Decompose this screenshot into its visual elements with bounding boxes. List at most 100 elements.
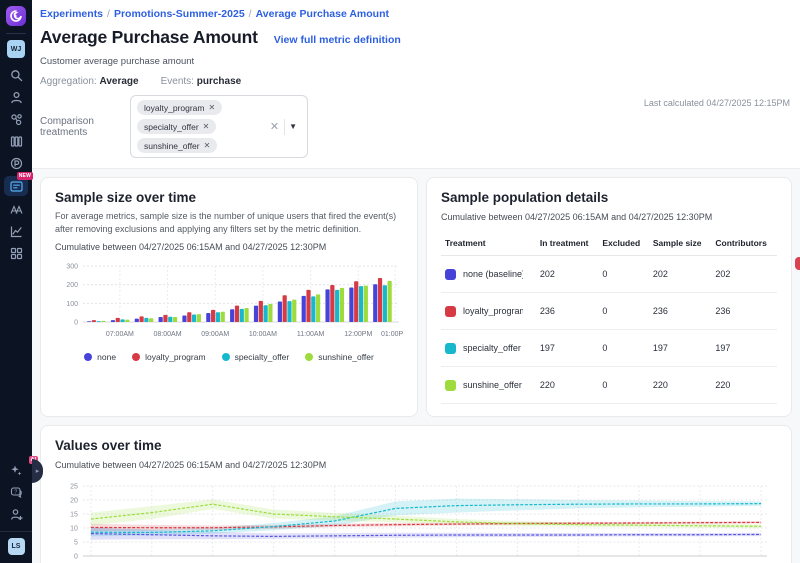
svg-text:08:00AM: 08:00AM xyxy=(154,331,182,338)
svg-text:100: 100 xyxy=(66,301,78,308)
sample-size-description: For average metrics, sample size is the … xyxy=(55,210,403,235)
legend-label: sunshine_offer xyxy=(318,352,374,362)
population-cumulative: Cumulative between 04/27/2025 06:15AM an… xyxy=(441,212,777,222)
treatment-color-swatch xyxy=(445,269,456,280)
treatment-chip[interactable]: loyalty_program ✕ xyxy=(137,100,222,115)
table-column-header: Contributors xyxy=(711,232,777,256)
chip-remove-icon[interactable]: ✕ xyxy=(203,122,210,131)
svg-text:12:00PM: 12:00PM xyxy=(344,331,372,338)
table-cell: 202 xyxy=(711,256,777,293)
table-cell: 197 xyxy=(536,330,598,367)
svg-text:0: 0 xyxy=(74,553,78,560)
treatment-color-swatch xyxy=(445,380,456,391)
content-area: Sample size over time For average metric… xyxy=(32,169,800,563)
workspace-avatar[interactable]: WJ xyxy=(7,40,25,58)
treatment-color-swatch xyxy=(445,343,456,354)
svg-text:25: 25 xyxy=(70,483,78,490)
table-cell: 0 xyxy=(598,367,649,404)
breadcrumb-separator: / xyxy=(245,8,256,20)
legend-item[interactable]: sunshine_offer xyxy=(305,352,374,362)
chevron-down-icon[interactable]: ▼ xyxy=(285,122,301,131)
sample-size-cumulative: Cumulative between 04/27/2025 06:15AM an… xyxy=(55,242,403,252)
metrics-console-selected[interactable]: NEW xyxy=(4,176,28,196)
svg-text:200: 200 xyxy=(66,282,78,289)
sample-size-title: Sample size over time xyxy=(55,190,403,205)
breadcrumb-separator: / xyxy=(103,8,114,20)
comparison-treatments-label: Comparison treatments xyxy=(40,116,130,138)
table-column-header: Treatment xyxy=(441,232,536,256)
breadcrumb-item[interactable]: Promotions-Summer-2025 xyxy=(114,8,245,20)
breadcrumb-item[interactable]: Experiments xyxy=(40,8,103,20)
sample-size-bar-chart[interactable]: 010020030007:00AM08:00AM09:00AM10:00AM11… xyxy=(55,260,403,349)
sidebar: WJ NEW AI ? LS xyxy=(0,0,32,563)
table-cell: 202 xyxy=(536,256,598,293)
svg-text:10: 10 xyxy=(70,525,78,532)
bar-chart-legend: none loyalty_program specialty_offer sunshi… xyxy=(55,352,403,362)
users-icon[interactable] xyxy=(0,86,32,108)
table-column-header: In treatment xyxy=(536,232,598,256)
legend-item[interactable]: loyalty_program xyxy=(132,352,205,362)
treatment-name: specialty_offer xyxy=(463,343,521,353)
events-value: purchase xyxy=(197,76,241,87)
right-edge-tab[interactable] xyxy=(795,257,800,270)
pulse-icon[interactable] xyxy=(0,152,32,174)
chip-label: loyalty_program xyxy=(144,103,204,113)
treatment-chips: loyalty_program✕specialty_offer✕sunshine… xyxy=(137,100,265,153)
segments-icon[interactable] xyxy=(0,108,32,130)
values-line-chart[interactable]: 051015202507:00AM07:30AM08:00AM08:30AM09… xyxy=(55,478,777,563)
chip-remove-icon[interactable]: ✕ xyxy=(204,141,211,150)
search-icon[interactable] xyxy=(0,64,32,86)
dashboards-icon[interactable] xyxy=(0,242,32,264)
aggregation-value: Average xyxy=(100,76,139,87)
treatments-select[interactable]: loyalty_program✕specialty_offer✕sunshine… xyxy=(130,95,308,158)
legend-dot xyxy=(132,353,140,361)
page-header: Experiments/Promotions-Summer-2025/Avera… xyxy=(32,0,800,169)
legend-label: none xyxy=(97,352,116,362)
table-cell: 0 xyxy=(598,330,649,367)
aggregation-label: Aggregation: xyxy=(40,76,97,87)
clear-all-icon[interactable]: ✕ xyxy=(265,120,284,133)
svg-text:15: 15 xyxy=(70,511,78,518)
breadcrumb-item: Average Purchase Amount xyxy=(256,8,389,20)
columns-icon[interactable] xyxy=(0,130,32,152)
svg-text:11:00AM: 11:00AM xyxy=(297,331,325,338)
table-cell: 202 xyxy=(649,256,712,293)
values-cumulative: Cumulative between 04/27/2025 06:15AM an… xyxy=(55,460,777,470)
table-cell: 236 xyxy=(536,293,598,330)
svg-text:300: 300 xyxy=(66,264,78,271)
values-title: Values over time xyxy=(55,438,777,453)
legend-dot xyxy=(222,353,230,361)
treatment-name: loyalty_program xyxy=(463,306,523,316)
table-cell: 220 xyxy=(536,367,598,404)
metric-subtitle: Customer average purchase amount xyxy=(40,56,792,67)
breadcrumb: Experiments/Promotions-Summer-2025/Avera… xyxy=(40,8,792,20)
chip-remove-icon[interactable]: ✕ xyxy=(208,103,215,112)
table-column-header: Excluded xyxy=(598,232,649,256)
treatment-chip[interactable]: specialty_offer✕ xyxy=(137,119,216,134)
population-title: Sample population details xyxy=(441,190,777,205)
invite-user-icon[interactable] xyxy=(0,503,32,525)
user-avatar[interactable]: LS xyxy=(8,538,25,555)
population-card: Sample population details Cumulative bet… xyxy=(426,177,792,417)
table-cell: 0 xyxy=(598,293,649,330)
table-row: specialty_offer1970197197 xyxy=(441,330,777,367)
table-row: none (baseline)2020202202 xyxy=(441,256,777,293)
legend-item[interactable]: specialty_offer xyxy=(222,352,290,362)
app-logo-icon[interactable] xyxy=(6,6,26,26)
events-label: Events: xyxy=(161,76,194,87)
svg-text:10:00AM: 10:00AM xyxy=(249,331,277,338)
table-row: sunshine_offer2200220220 xyxy=(441,367,777,404)
table-cell: 220 xyxy=(649,367,712,404)
last-calculated: Last calculated 04/27/2025 12:15PM xyxy=(644,98,790,108)
console-icon xyxy=(10,181,23,192)
svg-text:0: 0 xyxy=(74,320,78,327)
insights-chart-icon[interactable] xyxy=(0,220,32,242)
help-chat-icon[interactable]: ? xyxy=(0,481,32,503)
sample-size-card: Sample size over time For average metric… xyxy=(40,177,418,417)
ai-assistant-icon[interactable]: AI xyxy=(0,459,32,481)
experiments-icon[interactable] xyxy=(0,198,32,220)
sidebar-footer: LS xyxy=(0,531,32,563)
treatment-chip[interactable]: sunshine_offer✕ xyxy=(137,138,217,153)
view-metric-definition-link[interactable]: View full metric definition xyxy=(274,34,401,46)
legend-item[interactable]: none xyxy=(84,352,116,362)
